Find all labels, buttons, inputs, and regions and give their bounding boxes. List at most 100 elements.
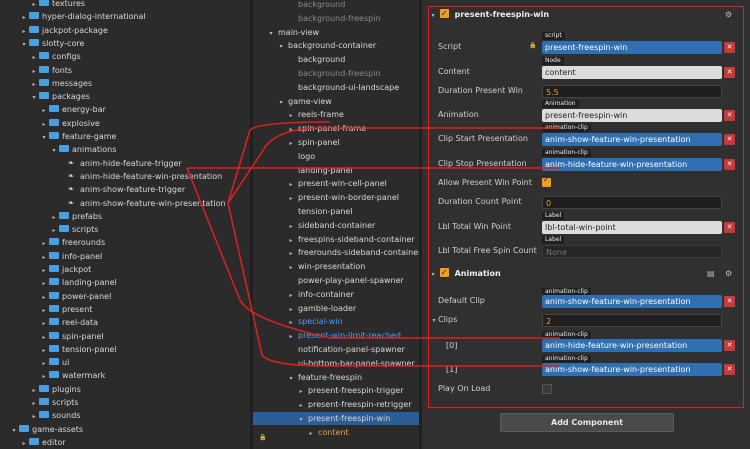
hierarchy-node[interactable]: ▸ reels-frame [253, 108, 419, 121]
expanded-arrow-icon[interactable]: ▾ [287, 372, 295, 385]
asset-folder-item[interactable]: ▾ packages [30, 90, 90, 103]
clear-field-button[interactable]: ✕ [724, 340, 735, 351]
add-component-button[interactable]: Add Component [500, 413, 674, 432]
collapsed-arrow-icon[interactable]: ▸ [287, 261, 295, 274]
asset-folder-item[interactable]: ▸ scripts [50, 223, 98, 236]
asset-folder-item[interactable]: ▸ tension-panel [40, 343, 117, 356]
collapsed-arrow-icon[interactable]: ▸ [40, 104, 48, 117]
collapsed-arrow-icon[interactable]: ▸ [30, 384, 38, 397]
collapsed-arrow-icon[interactable]: ▸ [40, 344, 48, 357]
hierarchy-node[interactable]: ▸ win-presentation [253, 260, 419, 273]
collapsed-arrow-icon[interactable]: ▸ [40, 237, 48, 250]
asset-folder-item[interactable]: ▾ slotty-core [20, 37, 84, 50]
asset-folder-item[interactable]: ▸ jackpot [40, 263, 91, 276]
asset-folder-item[interactable]: ▸ info-panel [40, 250, 102, 263]
book-icon[interactable]: ▤ [707, 266, 715, 282]
collapsed-arrow-icon[interactable]: ▸ [40, 118, 48, 131]
collapsed-arrow-icon[interactable]: ▸ [40, 304, 48, 317]
collapsed-arrow-icon[interactable]: ▸ [40, 264, 48, 277]
collapsed-arrow-icon[interactable]: ▸ [307, 427, 315, 440]
asset-folder-item[interactable]: ▸ watermark [40, 369, 105, 382]
property-field[interactable]: present-freespin-win [542, 41, 722, 54]
asset-folder-item[interactable]: ▸ textures [30, 0, 85, 10]
hierarchy-node[interactable]: ▸ present-win-limit-reached [253, 329, 419, 342]
collapsed-arrow-icon[interactable]: ▸ [20, 25, 28, 38]
hierarchy-node[interactable]: ▾ feature-freespin [253, 371, 419, 384]
hierarchy-node[interactable]: ▸ info-container [253, 288, 419, 301]
property-field[interactable]: anim-show-feature-win-presentation [542, 133, 722, 146]
collapsed-arrow-icon[interactable]: ▸ [40, 291, 48, 304]
property-field[interactable]: None [542, 245, 722, 258]
collapsed-arrow-icon[interactable]: ▸ [287, 123, 295, 136]
hierarchy-node[interactable]: ▸ freerounds-sideband-container [253, 246, 419, 259]
hierarchy-node[interactable]: tension-panel [253, 205, 419, 218]
asset-animation-item[interactable]: ❧ anim-show-feature-win-presentation [60, 197, 226, 210]
expanded-arrow-icon[interactable]: ▾ [267, 27, 275, 40]
property-field[interactable]: 0 [542, 196, 722, 209]
expanded-arrow-icon[interactable]: ▾ [277, 40, 285, 53]
gear-icon[interactable]: ⚙ [725, 266, 732, 282]
clip-0-field[interactable]: anim-hide-feature-win-presentation [542, 339, 722, 352]
collapse-arrow-icon[interactable]: ▾ [429, 267, 437, 283]
collapsed-arrow-icon[interactable]: ▸ [30, 397, 38, 410]
asset-folder-item[interactable]: ▸ scripts [30, 396, 78, 409]
asset-folder-item[interactable]: ▸ explosive [40, 117, 100, 130]
hierarchy-node[interactable]: ▸ present-freespin-retrigger [253, 398, 419, 411]
collapsed-arrow-icon[interactable]: ▸ [287, 192, 295, 205]
hierarchy-node[interactable]: background [253, 53, 419, 66]
collapsed-arrow-icon[interactable]: ▸ [30, 51, 38, 64]
property-field[interactable]: lbl-total-win-point [542, 221, 722, 234]
collapsed-arrow-icon[interactable]: ▸ [20, 437, 28, 449]
hierarchy-node[interactable]: ▾ background-container [253, 39, 419, 52]
expanded-arrow-icon[interactable]: ▾ [297, 413, 305, 426]
hierarchy-node[interactable]: notification-panel-spawner [253, 343, 419, 356]
hierarchy-node[interactable]: ▸ freespins-sideband-container [253, 233, 419, 246]
hierarchy-node[interactable]: logo [253, 150, 419, 163]
collapsed-arrow-icon[interactable]: ▸ [287, 178, 295, 191]
collapsed-arrow-icon[interactable]: ▸ [297, 399, 305, 412]
expanded-arrow-icon[interactable]: ▾ [277, 96, 285, 109]
lock-icon[interactable]: 🔒 [259, 434, 266, 441]
collapsed-arrow-icon[interactable]: ▸ [287, 234, 295, 247]
collapsed-arrow-icon[interactable]: ▸ [297, 385, 305, 398]
collapsed-arrow-icon[interactable]: ▸ [40, 331, 48, 344]
clear-field-button[interactable]: ✕ [724, 364, 735, 375]
hierarchy-node[interactable]: landing-panel [253, 164, 419, 177]
asset-folder-item[interactable]: ▸ power-panel [40, 290, 111, 303]
hierarchy-node[interactable]: ▸ present-freespin-trigger [253, 384, 419, 397]
clear-field-button[interactable]: ✕ [724, 110, 735, 121]
hierarchy-node[interactable]: background-ui-landscape [253, 81, 419, 94]
asset-folder-item[interactable]: ▸ ui [40, 356, 69, 369]
clear-field-button[interactable]: ✕ [724, 222, 735, 233]
hierarchy-node[interactable]: ▸ spin-panel-frame [253, 122, 419, 135]
hierarchy-node[interactable]: background [253, 0, 419, 11]
collapsed-arrow-icon[interactable]: ▸ [287, 220, 295, 233]
hierarchy-node[interactable]: ▾ present-freespin-win [253, 412, 419, 425]
collapsed-arrow-icon[interactable]: ▸ [287, 303, 295, 316]
clear-field-button[interactable]: ✕ [724, 159, 735, 170]
collapsed-arrow-icon[interactable]: ▸ [40, 317, 48, 330]
asset-folder-item[interactable]: ▸ prefabs [50, 210, 102, 223]
gear-icon[interactable]: ⚙ [725, 7, 732, 23]
asset-folder-item[interactable]: ▸ present [40, 303, 92, 316]
hierarchy-node[interactable]: ▾ main-view [253, 26, 419, 39]
hierarchy-node[interactable]: ▸ present-win-cell-panel [253, 177, 419, 190]
asset-folder-item[interactable]: ▸ spin-panel [40, 330, 104, 343]
property-field[interactable]: present-freespin-win [542, 109, 722, 122]
asset-animation-item[interactable]: ❧ anim-hide-feature-win-presentation [60, 170, 222, 183]
clear-field-button[interactable]: ✕ [724, 134, 735, 145]
collapse-arrow-icon[interactable]: ▾ [430, 317, 438, 324]
asset-folder-item[interactable]: ▸ messages [30, 77, 92, 90]
collapsed-arrow-icon[interactable]: ▸ [40, 277, 48, 290]
component-enabled-checkbox[interactable] [439, 6, 449, 22]
collapsed-arrow-icon[interactable]: ▸ [50, 224, 58, 237]
collapsed-arrow-icon[interactable]: ▸ [50, 211, 58, 224]
collapsed-arrow-icon[interactable]: ▸ [287, 316, 295, 329]
asset-folder-item[interactable]: ▸ sounds [30, 409, 80, 422]
asset-folder-item[interactable]: ▸ energy-bar [40, 103, 106, 116]
collapsed-arrow-icon[interactable]: ▸ [30, 78, 38, 91]
asset-animation-item[interactable]: ❧ anim-show-feature-trigger [60, 183, 185, 196]
collapse-arrow-icon[interactable]: ▾ [429, 8, 437, 24]
collapsed-arrow-icon[interactable]: ▸ [30, 410, 38, 423]
collapsed-arrow-icon[interactable]: ▸ [20, 11, 28, 24]
